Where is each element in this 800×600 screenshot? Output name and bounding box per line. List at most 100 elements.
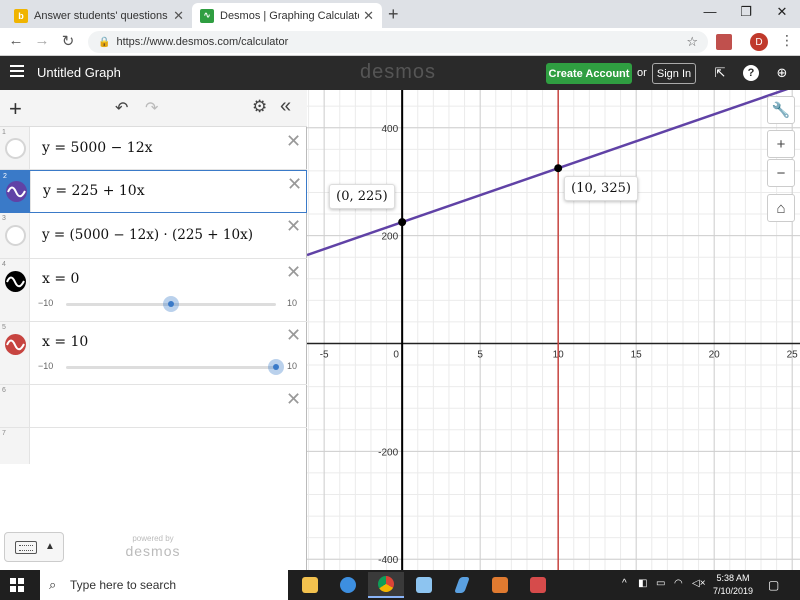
x-tick-label: 15 [631,349,643,360]
keyboard-icon [15,541,37,554]
expression-number: 2 [3,173,7,180]
clock-date: 7/10/2019 [712,586,754,596]
wave-graph-toggle-icon[interactable] [6,181,27,202]
paint-icon[interactable] [406,572,442,598]
expression-row[interactable]: 5 x = 10 ✕ −10 10 [0,322,307,385]
expression-row[interactable]: 7 [0,428,307,464]
wave-graph-toggle-icon[interactable] [5,334,26,355]
close-window-icon[interactable]: ✕ [772,4,792,20]
minimize-icon[interactable]: — [700,4,720,19]
powered-by-desmos[interactable]: powered by desmos [110,534,196,559]
data-point [554,164,563,173]
create-account-button[interactable]: Create Account [546,63,632,84]
wifi-icon[interactable]: ◠ [674,578,683,589]
file-explorer-icon[interactable] [292,572,328,598]
desmos-logo: desmos [360,61,437,83]
tray-app-icon[interactable]: ◧ [638,578,647,589]
expression-number: 1 [2,129,6,136]
expression-math[interactable]: y = 5000 − 12x [42,140,153,156]
expression-math[interactable]: y = (5000 − 12x) · (225 + 10x) [42,227,253,243]
app-icon[interactable] [520,572,556,598]
wave-graph-toggle-icon[interactable] [5,271,26,292]
menu-kebab-icon[interactable]: ⋮ [780,32,794,49]
delete-expression-icon[interactable]: ✕ [286,262,301,283]
hamburger-menu-icon[interactable] [10,65,24,77]
new-tab-button[interactable]: + [388,4,399,25]
slider-max[interactable]: 10 [287,298,297,308]
back-icon[interactable]: ← [6,32,26,49]
pdf-extension-icon[interactable] [716,34,732,50]
graph-svg[interactable]: -50510152025-400-200200400 [307,90,800,570]
zoom-out-icon[interactable]: − [767,159,795,187]
series-line-purple [307,90,789,257]
volume-icon[interactable]: ◁× [692,578,706,589]
add-expression-button[interactable]: + [9,96,22,122]
notification-icon[interactable]: ▢ [768,578,779,592]
keyboard-toggle-button[interactable]: ▲ [4,532,64,562]
bookmark-star-icon[interactable]: ☆ [686,34,698,50]
address-bar[interactable]: 🔒 https://www.desmos.com/calculator ☆ [88,31,708,53]
close-tab-icon[interactable]: ✕ [363,8,374,24]
redo-icon[interactable]: ↷ [145,98,158,118]
x-tick-label: 25 [787,349,799,360]
graph-title[interactable]: Untitled Graph [37,65,121,80]
gear-icon[interactable]: ⚙ [252,97,267,117]
slider-min[interactable]: −10 [38,298,53,308]
y-tick-label: 200 [381,232,398,243]
point-label[interactable]: (0, 225) [329,184,395,210]
slider-track[interactable] [66,366,276,369]
close-tab-icon[interactable]: ✕ [173,8,184,24]
expression-row[interactable]: 4 x = 0 ✕ −10 10 [0,259,307,322]
expression-math[interactable]: x = 10 [42,334,88,350]
chrome-icon[interactable] [368,572,404,598]
edge-icon[interactable] [330,572,366,598]
sign-in-button[interactable]: Sign In [652,63,696,84]
x-tick-label: 20 [709,349,721,360]
store-icon[interactable] [482,572,518,598]
expression-row[interactable]: 2 y = 225 + 10x ✕ [0,170,307,213]
expression-math[interactable]: y = 225 + 10x [43,183,145,199]
collapse-panel-icon[interactable]: « [280,95,291,118]
battery-icon[interactable]: ▭ [656,578,665,589]
pen-icon[interactable] [444,572,480,598]
chevron-up-icon: ▲ [45,541,55,552]
slider-max[interactable]: 10 [287,361,297,371]
expression-number: 4 [2,261,6,268]
profile-avatar[interactable]: D [750,33,768,51]
undo-icon[interactable]: ↶ [115,98,128,118]
wrench-icon[interactable]: 🔧 [767,96,795,124]
slider-min[interactable]: −10 [38,361,53,371]
delete-expression-icon[interactable]: ✕ [286,389,301,410]
data-point [398,218,407,227]
expression-row[interactable]: 1 y = 5000 − 12x ✕ [0,127,307,170]
reload-icon[interactable]: ↻ [58,32,78,50]
windows-taskbar: ⌕ Type here to search ^ ◧ ▭ ◠ ◁× 5:38 AM… [0,570,800,600]
graph-paper[interactable]: -50510152025-400-200200400 🔧 + − ⌂ (0, 2… [307,90,800,570]
taskbar-search-box[interactable]: ⌕ Type here to search [40,570,288,600]
point-label[interactable]: (10, 325) [564,176,638,202]
windows-start-icon[interactable] [10,578,24,592]
share-icon[interactable]: ⇱ [712,65,728,81]
delete-expression-icon[interactable]: ✕ [286,325,301,346]
expression-row[interactable]: 6 ✕ [0,385,307,428]
tab-desmos[interactable]: ∿ Desmos | Graphing Calculator ✕ [192,3,382,28]
forward-icon[interactable]: → [32,32,52,49]
help-icon[interactable]: ? [743,65,759,81]
restore-icon[interactable]: ❐ [736,4,756,20]
chevron-up-icon[interactable]: ^ [622,578,627,589]
home-icon[interactable]: ⌂ [767,194,795,222]
tab-brainly[interactable]: b Answer students' questions and he ✕ [6,3,192,28]
slider-handle[interactable] [268,359,284,375]
delete-expression-icon[interactable]: ✕ [287,174,302,195]
globe-icon[interactable]: ⊕ [774,65,790,81]
hidden-graph-toggle-icon[interactable] [5,138,26,159]
zoom-in-icon[interactable]: + [767,130,795,158]
delete-expression-icon[interactable]: ✕ [286,216,301,237]
taskbar-clock[interactable]: 5:38 AM 7/10/2019 [708,572,758,598]
expression-math[interactable]: x = 0 [42,271,79,287]
expression-row[interactable]: 3 y = (5000 − 12x) · (225 + 10x) ✕ [0,213,307,259]
slider-handle[interactable] [163,296,179,312]
delete-expression-icon[interactable]: ✕ [286,131,301,152]
browser-tab-strip: b Answer students' questions and he ✕ ∿ … [0,0,800,28]
hidden-graph-toggle-icon[interactable] [5,225,26,246]
